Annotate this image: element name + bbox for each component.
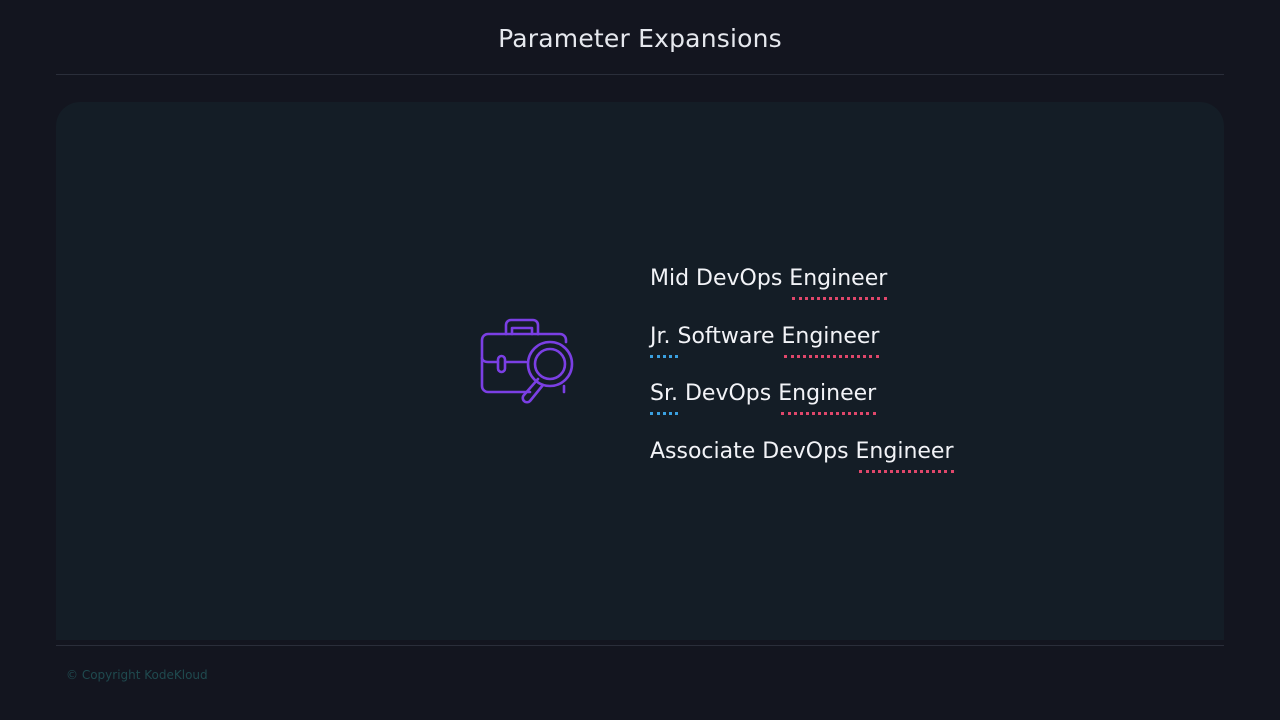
- line-middle: DevOps: [677, 381, 779, 406]
- line-prefix-highlighted: Jr.: [650, 323, 678, 358]
- slide: Parameter Expansions Mid DevOps Engineer…: [0, 0, 1280, 720]
- footer-divider: [56, 645, 1224, 646]
- list-item: Associate DevOps Engineer: [650, 439, 954, 497]
- line-middle: Software: [670, 323, 782, 349]
- list-item: Sr. DevOps Engineer: [650, 381, 954, 439]
- line-middle: DevOps: [755, 438, 856, 464]
- expansion-list: Mid DevOps Engineer Jr. Software Enginee…: [650, 266, 954, 496]
- line-suffix-highlighted: Engineer: [781, 323, 880, 358]
- line-suffix-highlighted: Engineer: [789, 266, 888, 300]
- list-item: Jr. Software Engineer: [650, 324, 954, 382]
- briefcase-search-icon: [480, 318, 574, 404]
- line-middle: DevOps: [689, 266, 790, 291]
- line-suffix-highlighted: Engineer: [778, 381, 877, 415]
- content-panel: [56, 102, 1224, 640]
- line-prefix-highlighted: Sr.: [650, 381, 678, 415]
- line-prefix: Mid: [650, 266, 690, 291]
- copyright-text: © Copyright KodeKloud: [66, 668, 208, 682]
- line-suffix-highlighted: Engineer: [855, 438, 954, 473]
- slide-title: Parameter Expansions: [498, 24, 782, 53]
- list-item: Mid DevOps Engineer: [650, 266, 954, 324]
- title-divider: [56, 74, 1224, 75]
- line-prefix: Associate: [650, 438, 756, 464]
